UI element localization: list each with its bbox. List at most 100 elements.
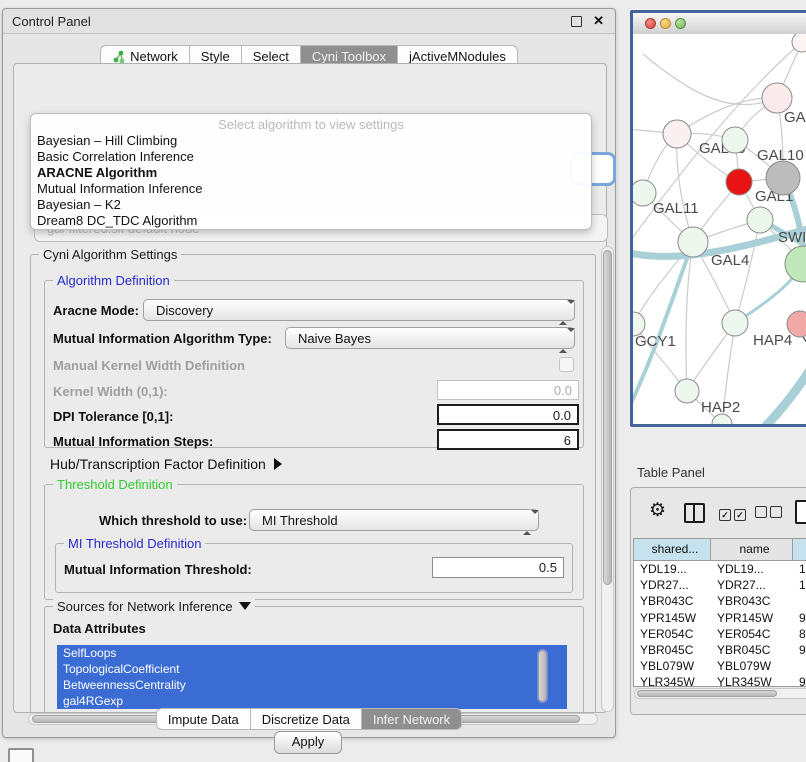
manual-kernel-width-checkbox[interactable] bbox=[559, 357, 574, 372]
aracne-mode-combo[interactable]: Discovery bbox=[143, 299, 575, 321]
table-row[interactable]: YBR043CYBR043C bbox=[634, 593, 806, 609]
minimized-panel-icon[interactable] bbox=[8, 748, 34, 762]
algorithm-dropdown-placeholder: Select algorithm to view settings bbox=[31, 114, 591, 133]
attributes-scrollbar[interactable] bbox=[537, 649, 548, 703]
sources-title[interactable]: Sources for Network Inference bbox=[53, 599, 255, 614]
table-cell: 9. bbox=[793, 610, 806, 626]
table-row[interactable]: YDL19...YDL19...13 bbox=[634, 561, 806, 577]
table-cell: YLR345W bbox=[711, 674, 793, 687]
network-node-swi4[interactable] bbox=[747, 207, 773, 233]
float-panel-icon[interactable] bbox=[571, 16, 582, 27]
network-window-titlebar bbox=[633, 13, 806, 35]
attribute-item[interactable]: TopologicalCoefficient bbox=[57, 661, 567, 677]
dropdown-item[interactable]: Dream8 DC_TDC Algorithm bbox=[31, 213, 591, 229]
column-header[interactable]: shared... bbox=[634, 539, 711, 560]
apply-button[interactable]: Apply bbox=[274, 731, 342, 754]
tab-label: Network bbox=[130, 49, 178, 64]
hub-tf-definition-toggle[interactable]: Hub/Transcription Factor Definition bbox=[50, 456, 282, 472]
select-all-icon[interactable]: ✓✓ bbox=[719, 505, 749, 523]
spinner-arrows-icon bbox=[523, 514, 531, 532]
network-edge[interactable] bbox=[677, 134, 693, 242]
tab-discretize-data[interactable]: Discretize Data bbox=[251, 708, 362, 730]
column-header[interactable]: name bbox=[711, 539, 793, 560]
network-node-hap2[interactable] bbox=[675, 379, 699, 403]
aracne-mode-label: Aracne Mode: bbox=[53, 303, 139, 318]
zoom-window-icon[interactable] bbox=[675, 18, 686, 29]
attribute-item[interactable]: BetweennessCentrality bbox=[57, 677, 567, 693]
table-row[interactable]: YPR145WYPR145W9. bbox=[634, 610, 806, 626]
table-panel: ⚙ ✓✓ shared...nameAYDL19...YDL19...13YDR… bbox=[630, 487, 806, 715]
network-node-gal80[interactable] bbox=[663, 120, 691, 148]
tab-infer-network[interactable]: Infer Network bbox=[362, 708, 462, 730]
attribute-item[interactable]: SelfLoops bbox=[57, 645, 567, 661]
table-cell: YDR27... bbox=[711, 577, 793, 593]
tab-impute-data[interactable]: Impute Data bbox=[156, 708, 251, 730]
mi-threshold-definition-group: MI Threshold Definition Mutual Informati… bbox=[55, 543, 573, 593]
mi-algorithm-type-value: Naive Bayes bbox=[298, 331, 371, 346]
control-panel-titlebar: Control Panel ✕ bbox=[3, 9, 615, 34]
data-attributes-list: SelfLoopsTopologicalCoefficientBetweenne… bbox=[57, 645, 567, 709]
deselect-all-icon[interactable] bbox=[755, 505, 785, 523]
table-header-row: shared...nameA bbox=[634, 539, 806, 561]
network-node[interactable] bbox=[785, 246, 806, 282]
mi-steps-field[interactable]: 6 bbox=[437, 429, 579, 450]
network-canvas[interactable]: GALGAL80GAL10GAL1GAL11SWI4GAL4GCY1HAP4YH… bbox=[633, 34, 806, 424]
table-cell: YER054C bbox=[711, 626, 793, 642]
tab-label: Impute Data bbox=[168, 712, 239, 727]
table-row[interactable]: YBL079WYBL079W bbox=[634, 658, 806, 674]
control-panel-title: Control Panel bbox=[12, 14, 91, 29]
which-threshold-combo[interactable]: MI Threshold bbox=[249, 509, 539, 531]
aracne-mode-value: Discovery bbox=[156, 303, 213, 318]
mi-threshold-field[interactable]: 0.5 bbox=[432, 557, 564, 578]
minimize-window-icon[interactable] bbox=[660, 18, 671, 29]
table-row[interactable]: YBR045CYBR045C9. bbox=[634, 642, 806, 658]
threshold-definition-group: Threshold Definition Which threshold to … bbox=[44, 484, 584, 600]
node-label: GCY1 bbox=[635, 333, 676, 350]
mi-threshold-label: Mutual Information Threshold: bbox=[64, 562, 252, 577]
dropdown-item[interactable]: Bayesian – Hill Climbing bbox=[31, 133, 591, 149]
sources-group: Sources for Network Inference Data Attri… bbox=[44, 606, 584, 712]
new-table-icon[interactable] bbox=[795, 500, 806, 524]
column-header[interactable]: A bbox=[793, 539, 806, 560]
dropdown-item[interactable]: Mutual Information Inference bbox=[31, 181, 591, 197]
table-cell bbox=[793, 658, 806, 674]
network-node[interactable] bbox=[766, 161, 800, 195]
network-node-gal4[interactable] bbox=[678, 227, 708, 257]
attribute-item[interactable]: gal4RGexp bbox=[57, 693, 567, 709]
close-panel-icon[interactable]: ✕ bbox=[593, 13, 604, 29]
settings-viewport: Cyni Algorithm Settings Algorithm Defini… bbox=[28, 246, 598, 712]
table-row[interactable]: YDR27...YDR27...12 bbox=[634, 577, 806, 593]
control-panel-window: Control Panel ✕ NetworkStyleSelectCyni T… bbox=[2, 8, 616, 738]
dropdown-item[interactable]: ARACNE Algorithm bbox=[31, 165, 591, 181]
data-attributes-label: Data Attributes bbox=[53, 621, 146, 636]
table-panel-toolbar: ⚙ ✓✓ bbox=[631, 488, 806, 538]
network-view-window: GALGAL80GAL10GAL1GAL11SWI4GAL4GCY1HAP4YH… bbox=[630, 10, 806, 427]
dropdown-item[interactable]: Basic Correlation Inference bbox=[31, 149, 591, 165]
dpi-tolerance-field[interactable]: 0.0 bbox=[437, 404, 579, 425]
spinner-arrows-icon bbox=[559, 332, 567, 350]
dropdown-item[interactable]: Bayesian – K2 bbox=[31, 197, 591, 213]
column-layout-icon[interactable] bbox=[684, 503, 705, 523]
algorithm-definition-title: Algorithm Definition bbox=[53, 273, 174, 288]
tab-label: Infer Network bbox=[373, 712, 450, 727]
kernel-width-label: Kernel Width (0,1): bbox=[53, 384, 168, 399]
network-node-gal10[interactable] bbox=[722, 127, 748, 153]
gear-icon[interactable]: ⚙ bbox=[649, 501, 666, 521]
network-edge[interactable] bbox=[643, 54, 777, 105]
close-window-icon[interactable] bbox=[645, 18, 656, 29]
settings-vertical-scrollbar[interactable] bbox=[601, 246, 614, 712]
table-cell: 9. bbox=[793, 642, 806, 658]
table-cell: YDR27... bbox=[634, 577, 711, 593]
table-cell bbox=[793, 593, 806, 609]
table-row[interactable]: YER054CYER054C8. bbox=[634, 626, 806, 642]
mi-algorithm-type-combo[interactable]: Naive Bayes bbox=[285, 327, 575, 349]
table-horizontal-scrollbar[interactable] bbox=[634, 688, 806, 699]
node-label: Y bbox=[802, 334, 806, 351]
table-row[interactable]: YLR345WYLR345W9. bbox=[634, 674, 806, 687]
node-label: SWI4 bbox=[778, 229, 806, 246]
kernel-width-field[interactable]: 0.0 bbox=[437, 380, 579, 400]
node-label: HAP4 bbox=[753, 332, 792, 349]
network-node-hap4[interactable] bbox=[722, 310, 748, 336]
network-node-gal1[interactable] bbox=[726, 169, 752, 195]
threshold-definition-title: Threshold Definition bbox=[53, 477, 177, 492]
